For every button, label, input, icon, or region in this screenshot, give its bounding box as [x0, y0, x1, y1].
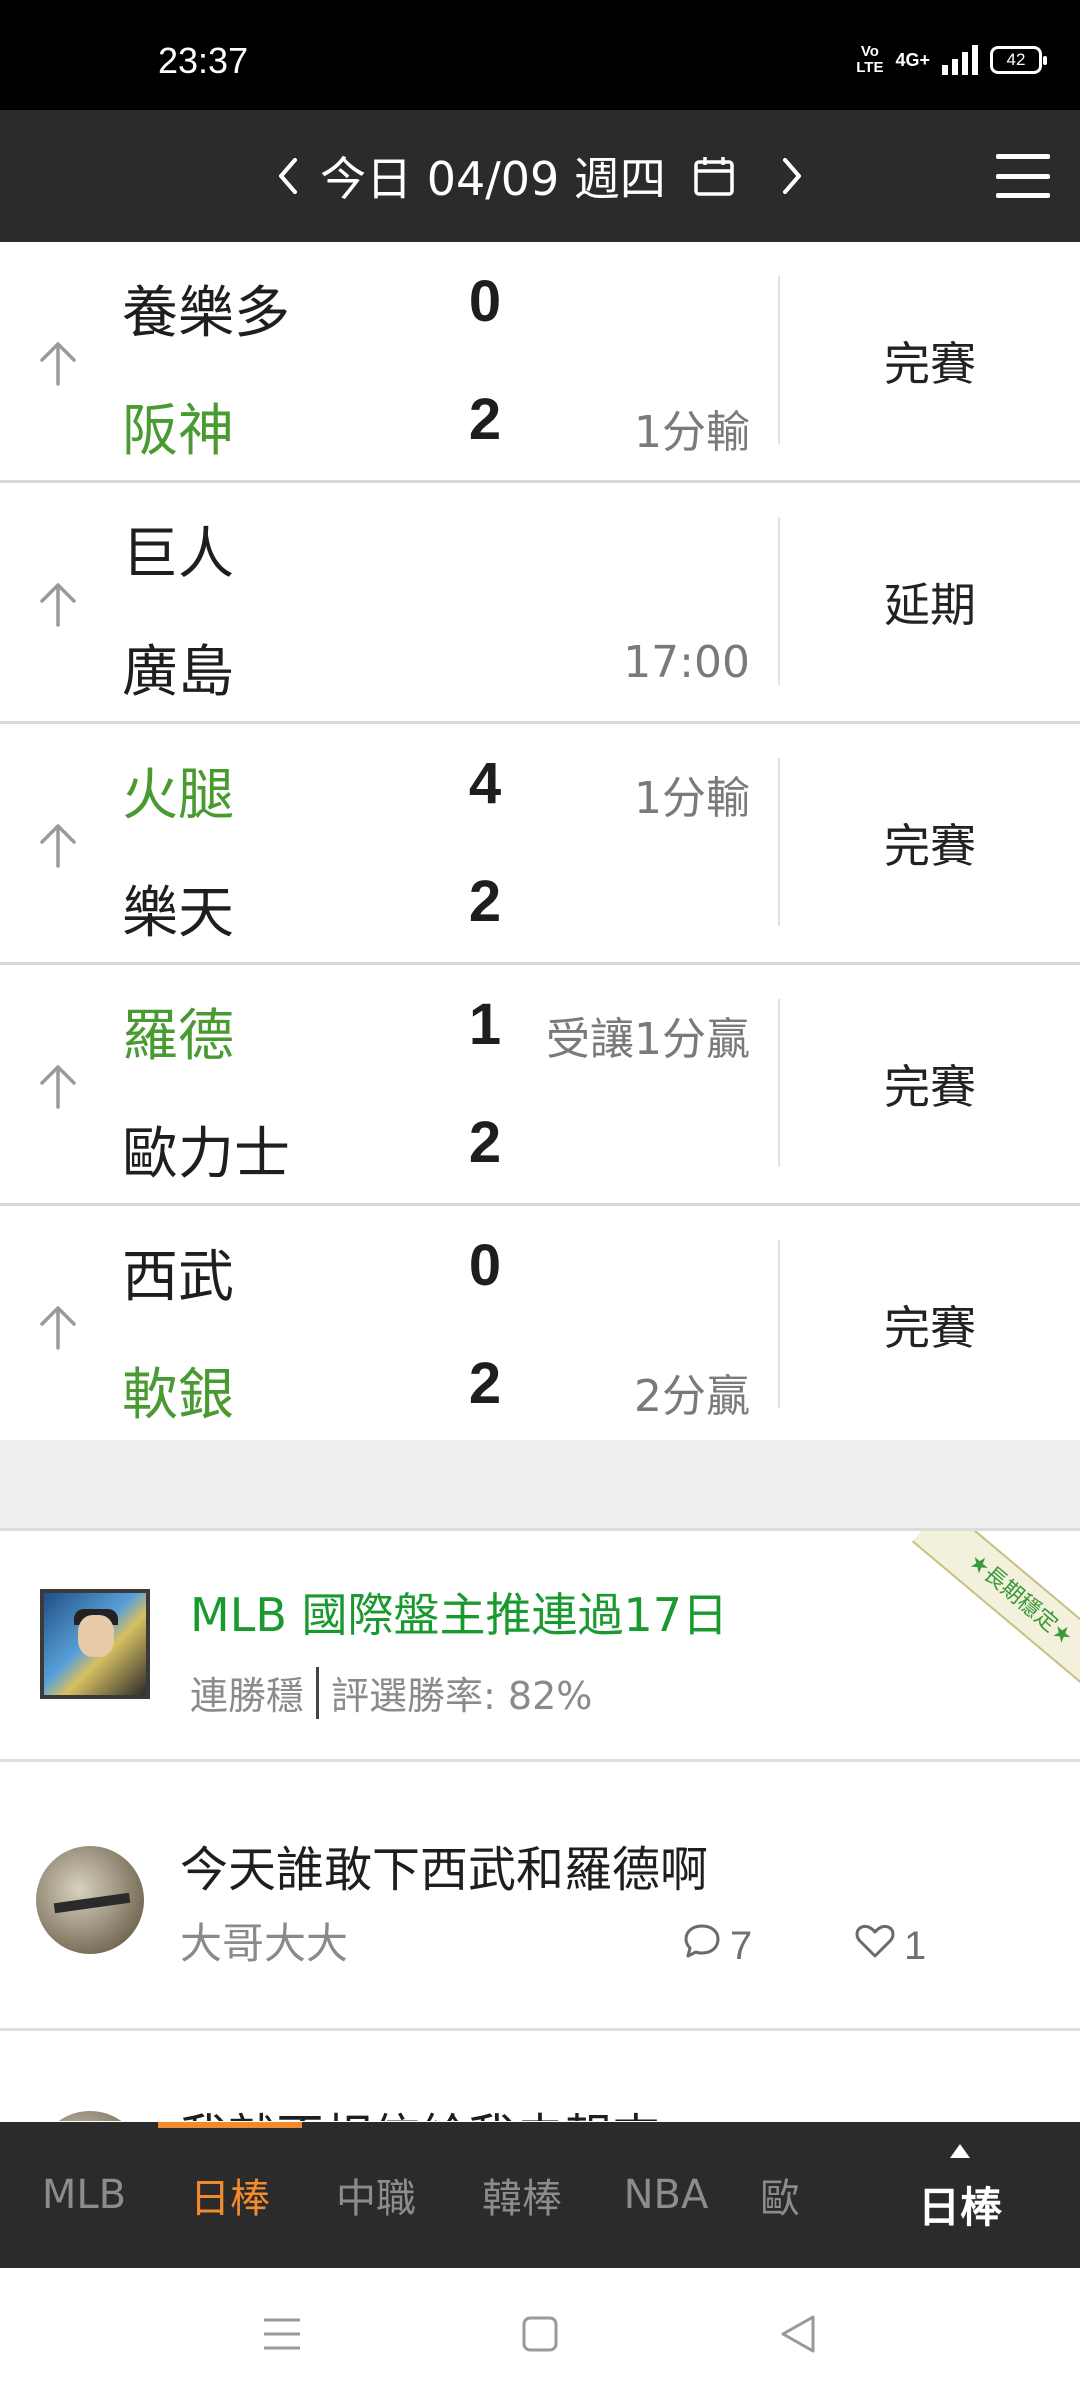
handicap-note: 1分輸 [634, 407, 750, 458]
post-title: 我就不相信給我去報來 [180, 2097, 660, 2121]
caret-up-icon [950, 2144, 970, 2158]
signal-icon [942, 45, 978, 75]
current-league-label: 日棒 [917, 2183, 1002, 2232]
post-author: 大哥大大 [180, 1919, 349, 1968]
battery-icon: 42 [990, 46, 1047, 74]
home-team-name: 軟銀 [122, 1363, 234, 1428]
tab-nba[interactable]: NBA [596, 2122, 736, 2268]
current-league-selector[interactable]: 日棒 [890, 2122, 1030, 2268]
hamburger-menu-icon[interactable] [996, 154, 1050, 198]
game-status: 完賽 [884, 1301, 976, 1355]
game-time: 17:00 [623, 637, 750, 688]
promo-subtitle: 連勝穩 評選勝率: 82% [190, 1665, 592, 1720]
away-team-name: 巨人 [122, 522, 234, 587]
status-icons: Vo LTE 4G+ 42 [856, 43, 1047, 76]
handicap-note: 受讓1分贏 [546, 1014, 750, 1065]
away-team-score: 0 [468, 1233, 502, 1298]
date-navigator: 今日 04/09 週四 [0, 110, 1080, 242]
home-team-score: 2 [468, 1110, 502, 1175]
promo-ribbon-badge: ★長期穩定★ [912, 1531, 1080, 1697]
back-icon[interactable] [772, 2308, 824, 2360]
calendar-icon[interactable] [692, 154, 736, 198]
home-team-score: 2 [468, 869, 502, 934]
promo-tag: 連勝穩 [190, 1674, 305, 1718]
network-type: 4G+ [895, 49, 930, 70]
away-team-score: 4 [468, 751, 502, 816]
chevron-left-icon[interactable] [270, 156, 306, 196]
home-team-name: 歐力士 [122, 1122, 290, 1187]
chevron-right-icon[interactable] [774, 156, 810, 196]
away-team-name: 羅德 [122, 1004, 234, 1069]
pin-to-top-icon[interactable] [36, 579, 80, 629]
promo-title: MLB 國際盤主推連過17日 [190, 1588, 729, 1642]
top-bar: 今日 04/09 週四 [0, 110, 1080, 242]
system-nav-bar [0, 2268, 1080, 2400]
home-icon[interactable] [514, 2308, 566, 2360]
promo-card[interactable]: MLB 國際盤主推連過17日 連勝穩 評選勝率: 82% ★長期穩定★ [0, 1531, 1080, 1762]
home-team-name: 廣島 [122, 640, 234, 705]
date-label[interactable]: 今日 04/09 週四 [320, 143, 666, 209]
game-row[interactable]: 火腿 4 1分輸 樂天 2 完賽 [0, 724, 1080, 965]
comment-count[interactable]: 7 [682, 1922, 752, 1970]
league-tab-bar: MLB 日棒 中職 韓棒 NBA 歐 日棒 [0, 2122, 1080, 2268]
home-team-name: 阪神 [122, 399, 234, 464]
divider [316, 1666, 320, 1719]
away-team-name: 養樂多 [122, 281, 290, 346]
comment-icon [682, 1922, 722, 1970]
pin-to-top-icon[interactable] [36, 820, 80, 870]
game-row[interactable]: 西武 0 軟銀 2 2分贏 完賽 [0, 1206, 1080, 1447]
tab-euro[interactable]: 歐 [740, 2122, 824, 2268]
tab-cpbl[interactable]: 中職 [304, 2122, 448, 2268]
home-team-name: 樂天 [122, 881, 234, 946]
like-count-value: 1 [904, 1923, 927, 1968]
game-row[interactable]: 養樂多 0 阪神 2 1分輸 完賽 [0, 242, 1080, 483]
game-status: 延期 [884, 578, 976, 632]
forum-post[interactable]: 今天誰敢下西武和羅德啊 大哥大大 7 1 [0, 1762, 1080, 2031]
handicap-note: 1分輸 [634, 773, 750, 824]
handicap-note: 2分贏 [634, 1371, 750, 1422]
forum-post[interactable]: 我就不相信給我去報來 [0, 2031, 1080, 2121]
games-list: 養樂多 0 阪神 2 1分輸 完賽 巨人 廣島 17:00 延期 火腿 4 1分… [0, 242, 1080, 1447]
game-row[interactable]: 巨人 廣島 17:00 延期 [0, 483, 1080, 724]
game-status: 完賽 [884, 337, 976, 391]
volte-icon: Vo LTE [856, 43, 884, 76]
game-status: 完賽 [884, 819, 976, 873]
section-spacer [0, 1440, 1080, 1531]
home-team-score: 2 [468, 387, 502, 452]
like-count[interactable]: 1 [854, 1922, 926, 1970]
status-time: 23:37 [158, 40, 249, 81]
post-title: 今天誰敢下西武和羅德啊 [180, 1842, 709, 1898]
heart-icon [854, 1922, 896, 1970]
tab-kbo[interactable]: 韓棒 [450, 2122, 594, 2268]
promo-thumbnail [40, 1589, 150, 1699]
away-team-name: 火腿 [122, 763, 234, 828]
avatar [36, 2111, 144, 2121]
away-team-score: 1 [468, 992, 502, 1057]
game-row[interactable]: 羅德 1 受讓1分贏 歐力士 2 完賽 [0, 965, 1080, 1206]
pin-to-top-icon[interactable] [36, 1302, 80, 1352]
away-team-score: 0 [468, 269, 502, 334]
promo-win-rate: 評選勝率: 82% [331, 1674, 593, 1718]
home-team-score: 2 [468, 1351, 502, 1416]
recent-apps-icon[interactable] [256, 2308, 308, 2360]
pin-to-top-icon[interactable] [36, 1061, 80, 1111]
pin-to-top-icon[interactable] [36, 338, 80, 388]
tab-npb[interactable]: 日棒 [158, 2122, 302, 2268]
comment-count-value: 7 [730, 1923, 753, 1968]
tab-mlb[interactable]: MLB [18, 2122, 150, 2268]
status-bar: 23:37 Vo LTE 4G+ 42 [0, 0, 1080, 110]
away-team-name: 西武 [122, 1245, 234, 1310]
game-status: 完賽 [884, 1060, 976, 1114]
avatar [36, 1846, 144, 1954]
